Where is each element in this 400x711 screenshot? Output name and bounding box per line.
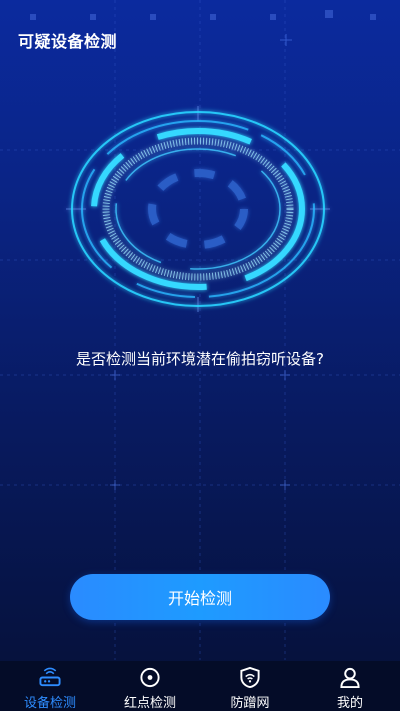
tab-anti-wifi-theft[interactable]: 防蹭网	[200, 661, 300, 711]
page-title: 可疑设备检测	[18, 32, 118, 51]
tab-mine[interactable]: 我的	[300, 661, 400, 711]
user-icon	[340, 667, 360, 689]
tab-red-dot-detection[interactable]: 红点检测	[100, 661, 200, 711]
tab-label-mine: 我的	[336, 696, 363, 711]
tab-device-detection[interactable]: 设备检测	[0, 661, 100, 711]
background-grid	[0, 0, 400, 660]
tab-label-red-dot-detection: 红点检测	[123, 696, 176, 711]
bottom-tab-bar: 设备检测 红点检测 防蹭网 我的	[0, 661, 400, 711]
app-screen: 可疑设备检测 是否检测当前环境潜在偷拍窃听设备? 开始检测 设备检测 红点检测 …	[0, 0, 400, 711]
target-icon	[140, 667, 160, 688]
router-icon	[39, 667, 61, 687]
tab-label-anti-wifi-theft: 防蹭网	[230, 696, 270, 711]
scanner-radar-icon	[66, 106, 330, 312]
detection-prompt: 是否检测当前环境潜在偷拍窃听设备?	[76, 350, 324, 368]
start-detection-button[interactable]: 开始检测	[70, 574, 330, 620]
tab-label-device-detection: 设备检测	[23, 696, 76, 711]
wifi-shield-icon	[240, 666, 260, 689]
